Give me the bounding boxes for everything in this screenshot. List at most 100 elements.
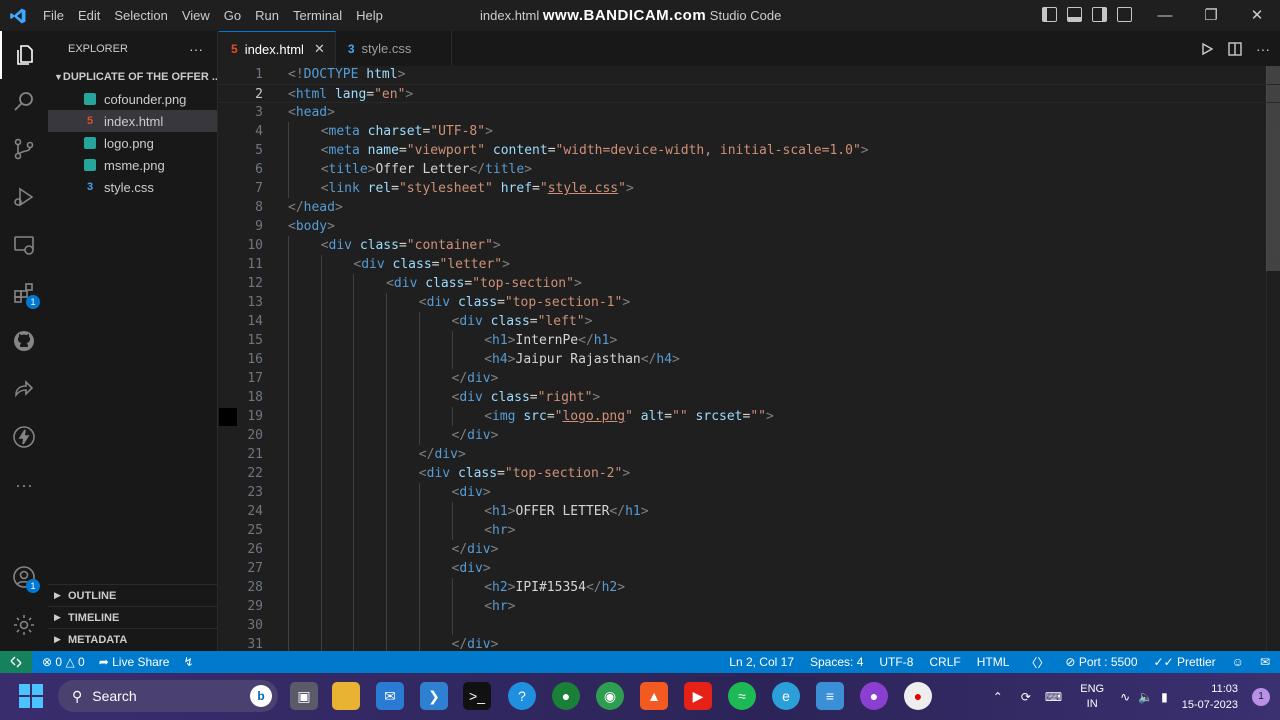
- file-item[interactable]: msme.png: [48, 154, 217, 176]
- code-line[interactable]: 23 <div>: [219, 483, 1280, 502]
- restore-icon[interactable]: ❐: [1188, 0, 1234, 31]
- live-server-status[interactable]: ⊘ Port : 5500: [1065, 655, 1137, 669]
- menu-edit[interactable]: Edit: [71, 0, 107, 31]
- live-share-status[interactable]: ➦ Live Share: [99, 655, 170, 669]
- menu-help[interactable]: Help: [349, 0, 390, 31]
- thunder-client-icon[interactable]: [0, 413, 48, 461]
- run-debug-icon[interactable]: [0, 173, 48, 221]
- more-views-icon[interactable]: ···: [0, 461, 48, 509]
- code-line[interactable]: 13 <div class="top-section-1">: [219, 293, 1280, 312]
- code-line[interactable]: 25 <hr>: [219, 521, 1280, 540]
- close-tab-icon[interactable]: ✕: [314, 41, 325, 57]
- tray-chevron-up-icon[interactable]: ⌃: [993, 690, 1003, 704]
- code-line[interactable]: 31 </div>: [219, 635, 1280, 651]
- toggle-panel-icon[interactable]: [1067, 7, 1082, 22]
- notification-badge[interactable]: 1: [1252, 687, 1270, 706]
- code-line[interactable]: 15 <h1>InternPe</h1>: [219, 331, 1280, 350]
- code-line[interactable]: 2 <html lang="en">: [219, 84, 1280, 103]
- thunder-status-icon[interactable]: ↯: [183, 655, 193, 669]
- code-line[interactable]: 17 </div>: [219, 369, 1280, 388]
- code-line[interactable]: 5 <meta name="viewport" content="width=de…: [219, 141, 1280, 160]
- code-line[interactable]: 29 <hr>: [219, 597, 1280, 616]
- line-ending[interactable]: CRLF: [929, 655, 960, 669]
- file-item[interactable]: 5 index.html: [48, 110, 217, 132]
- tab-index-html[interactable]: 5 index.html ✕: [219, 31, 336, 66]
- code-line[interactable]: 18 <div class="right">: [219, 388, 1280, 407]
- mail-icon[interactable]: ✉: [376, 682, 404, 710]
- remote-explorer-icon[interactable]: [0, 221, 48, 269]
- timeline-section[interactable]: ▶ TIMELINE: [48, 606, 218, 628]
- volume-icon[interactable]: 🔈: [1138, 690, 1153, 704]
- code-line[interactable]: 22 <div class="top-section-2">: [219, 464, 1280, 483]
- tab-style-css[interactable]: 3 style.css: [336, 31, 453, 66]
- file-explorer-icon[interactable]: [332, 682, 360, 710]
- run-icon[interactable]: [1200, 42, 1214, 56]
- notifications-bell-icon[interactable]: ✉: [1260, 655, 1270, 669]
- code-line[interactable]: 26 </div>: [219, 540, 1280, 559]
- file-item[interactable]: 3 style.css: [48, 176, 217, 198]
- code-line[interactable]: 28 <h2>IPI#15354</h2>: [219, 578, 1280, 597]
- cursor-position[interactable]: Ln 2, Col 17: [729, 655, 794, 669]
- code-line[interactable]: 16 <h4>Jaipur Rajasthan</h4>: [219, 350, 1280, 369]
- code-editor[interactable]: 1 <!DOCTYPE html> 2 <html lang="en"> 3 <head>…: [219, 66, 1280, 651]
- code-line[interactable]: 10 <div class="container">: [219, 236, 1280, 255]
- spotify-icon[interactable]: ≈: [728, 682, 756, 710]
- clock[interactable]: 11:03 15-07-2023: [1182, 681, 1238, 713]
- split-editor-icon[interactable]: [1228, 41, 1242, 56]
- explorer-more-icon[interactable]: ···: [189, 41, 203, 57]
- manage-gear-icon[interactable]: [0, 601, 48, 649]
- edge-icon[interactable]: e: [772, 682, 800, 710]
- youtube-icon[interactable]: ▶: [684, 682, 712, 710]
- terminal-icon[interactable]: >_: [463, 682, 491, 710]
- code-line[interactable]: 3 <head>: [219, 103, 1280, 122]
- file-item[interactable]: cofounder.png: [48, 88, 217, 110]
- toggle-primary-sidebar-icon[interactable]: [1042, 7, 1057, 22]
- record-icon[interactable]: ●: [904, 682, 932, 710]
- workspace-folder[interactable]: ▼ DUPLICATE OF THE OFFER ...: [48, 66, 217, 88]
- windows-start-icon[interactable]: [19, 684, 43, 708]
- code-line[interactable]: 24 <h1>OFFER LETTER</h1>: [219, 502, 1280, 521]
- problems-status[interactable]: ⊗ 0 △ 0: [42, 655, 85, 669]
- taskbar-search[interactable]: ⚲ Search b: [58, 680, 278, 712]
- language-mode[interactable]: HTML: [977, 655, 1010, 669]
- sync-icon[interactable]: ⟳: [1021, 690, 1031, 704]
- menu-terminal[interactable]: Terminal: [286, 0, 349, 31]
- keyboard-icon[interactable]: ⌨: [1045, 690, 1062, 704]
- help-icon[interactable]: ?: [508, 682, 536, 710]
- code-line[interactable]: 6 <title>Offer Letter</title>: [219, 160, 1280, 179]
- code-line[interactable]: 20 </div>: [219, 426, 1280, 445]
- brave-icon[interactable]: ▲: [640, 682, 668, 710]
- input-language[interactable]: ENG IN: [1080, 682, 1104, 712]
- code-line[interactable]: 30: [219, 616, 1280, 635]
- chrome-icon[interactable]: ◉: [596, 682, 624, 710]
- code-line[interactable]: 9 <body>: [219, 217, 1280, 236]
- file-item[interactable]: logo.png: [48, 132, 217, 154]
- bing-icon[interactable]: b: [250, 685, 272, 707]
- task-view-icon[interactable]: ▣: [290, 682, 318, 710]
- code-line[interactable]: 11 <div class="letter">: [219, 255, 1280, 274]
- menu-view[interactable]: View: [175, 0, 217, 31]
- menu-run[interactable]: Run: [248, 0, 286, 31]
- code-line[interactable]: 27 <div>: [219, 559, 1280, 578]
- prettier-status[interactable]: ✓✓ Prettier: [1154, 655, 1216, 669]
- encoding[interactable]: UTF-8: [879, 655, 913, 669]
- code-line[interactable]: 14 <div class="left">: [219, 312, 1280, 331]
- format-brackets-icon[interactable]: 〈〉: [1025, 654, 1049, 671]
- remote-indicator-icon[interactable]: [0, 651, 32, 673]
- menu-file[interactable]: File: [36, 0, 71, 31]
- close-window-icon[interactable]: ✕: [1234, 0, 1280, 31]
- vscode-taskbar-icon[interactable]: ❯: [420, 682, 448, 710]
- code-line[interactable]: 12 <div class="top-section">: [219, 274, 1280, 293]
- outline-section[interactable]: ▶ OUTLINE: [48, 584, 218, 606]
- code-line[interactable]: 19 <img src="logo.png" alt="" srcset="">: [219, 407, 1280, 426]
- customize-layout-icon[interactable]: [1117, 7, 1132, 22]
- code-line[interactable]: 8 </head>: [219, 198, 1280, 217]
- minimize-icon[interactable]: —: [1142, 0, 1188, 31]
- more-actions-icon[interactable]: ···: [1256, 41, 1270, 57]
- menu-selection[interactable]: Selection: [107, 0, 174, 31]
- explorer-icon[interactable]: [0, 31, 48, 79]
- feedback-icon[interactable]: ☺: [1232, 655, 1244, 669]
- code-line[interactable]: 4 <meta charset="UTF-8">: [219, 122, 1280, 141]
- wifi-icon[interactable]: ∿: [1120, 690, 1130, 704]
- extensions-icon[interactable]: 1: [0, 269, 48, 317]
